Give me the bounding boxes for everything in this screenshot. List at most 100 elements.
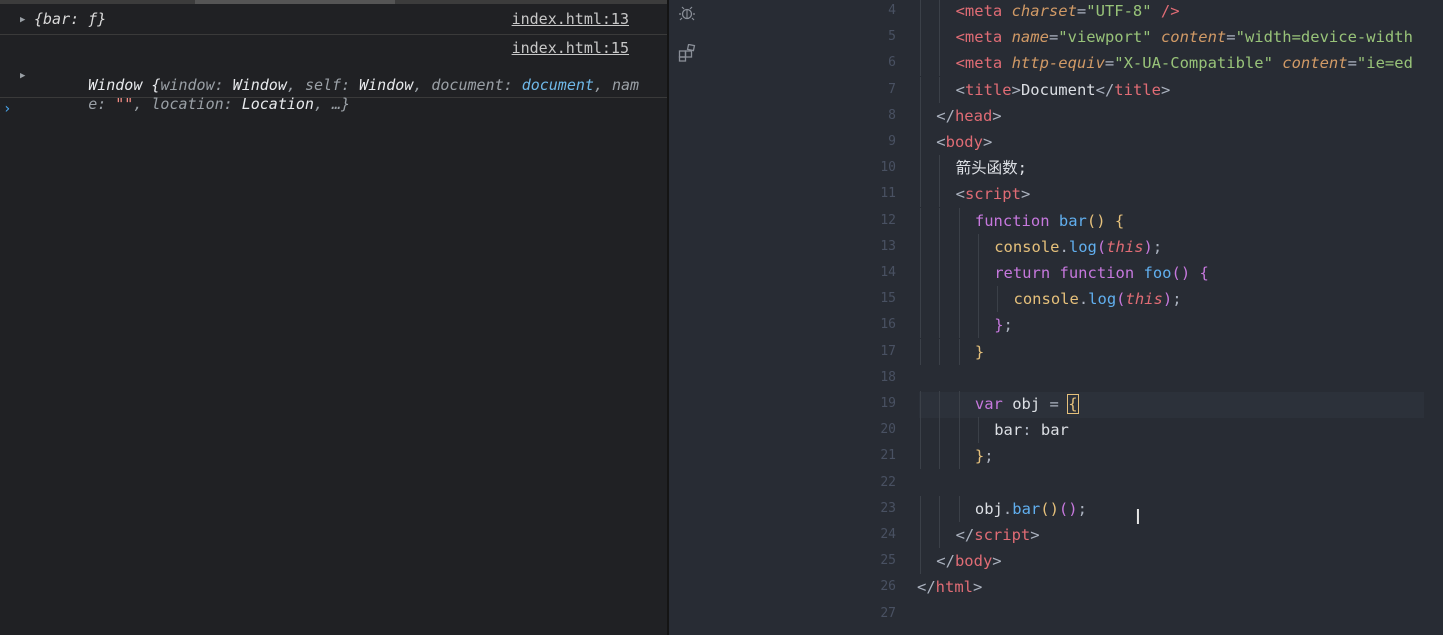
- code-text[interactable]: <meta charset="UTF-8" />: [956, 0, 1443, 24]
- code-token: </: [936, 552, 955, 571]
- code-token: log: [1068, 237, 1097, 256]
- code-token: <meta: [955, 2, 1003, 20]
- console-object[interactable]: {bar: ƒ}: [34, 10, 106, 28]
- code-line[interactable]: 5 <meta name="viewport" content="width=de…: [669, 24, 1443, 51]
- code-line[interactable]: 25 </body>: [669, 548, 1443, 575]
- source-link[interactable]: index.html:15: [512, 39, 629, 57]
- console-message: ▶ {bar: ƒ} index.html:13: [0, 4, 667, 35]
- prop-value-link[interactable]: document: [522, 76, 594, 94]
- code-token: <meta: [955, 54, 1003, 73]
- code-text[interactable]: </body>: [936, 548, 1443, 574]
- indent-guide: [958, 260, 960, 286]
- code-text[interactable]: var obj = {: [975, 391, 1443, 417]
- indent-guide: [958, 417, 960, 444]
- code-token: bar: [1012, 499, 1041, 518]
- code-text[interactable]: <script>: [956, 181, 1443, 207]
- code-line[interactable]: 17}: [669, 338, 1443, 365]
- line-number: 11: [880, 186, 896, 202]
- code-text[interactable]: console.log(this);: [994, 234, 1443, 260]
- code-token: ;: [1003, 316, 1013, 335]
- code-token: =: [1048, 28, 1059, 47]
- code-token: .: [1059, 237, 1069, 256]
- code-text[interactable]: </script>: [956, 522, 1443, 548]
- prop-key: location: [151, 95, 224, 113]
- code-token: {: [1199, 264, 1209, 282]
- code-token: ;: [1077, 499, 1087, 518]
- code-text[interactable]: };: [994, 312, 1443, 338]
- indent-guide: [920, 443, 921, 470]
- prop-value: Window: [359, 76, 414, 94]
- console-prompt-icon[interactable]: ›: [3, 101, 11, 117]
- code-token: title: [964, 80, 1012, 99]
- code-line[interactable]: 12 function bar() {: [669, 207, 1443, 234]
- code-editor[interactable]: 4 <meta charset="UTF-8" /> 5 <meta name="vi…: [669, 0, 1443, 635]
- code-line[interactable]: 18: [669, 365, 1443, 391]
- code-text[interactable]: obj.bar()();: [975, 496, 1443, 522]
- indent-guide: [958, 495, 960, 522]
- code-line[interactable]: 23 obj.bar()();: [669, 495, 1443, 522]
- code-token: .: [1078, 290, 1089, 309]
- indent-guide: [997, 286, 999, 313]
- line-number: 22: [880, 474, 896, 490]
- code-token: ): [1162, 290, 1173, 309]
- code-line[interactable]: 11 <script>: [669, 181, 1443, 208]
- code-text[interactable]: </html>: [917, 574, 1427, 600]
- prop-value: Location: [241, 95, 314, 113]
- code-token: (: [1096, 237, 1107, 256]
- code-text[interactable]: function bar() {: [975, 208, 1443, 234]
- code-text[interactable]: 箭头函数;: [956, 155, 1443, 181]
- code-line[interactable]: 21};: [669, 443, 1443, 470]
- code-line[interactable]: 10 箭头函数;: [669, 155, 1443, 182]
- code-text[interactable]: }: [975, 339, 1443, 365]
- code-line[interactable]: 20 bar: bar: [669, 417, 1443, 444]
- line-number: 27: [880, 605, 896, 621]
- expand-triangle-icon[interactable]: ▶: [20, 71, 25, 81]
- code-line[interactable]: 27: [669, 601, 1443, 627]
- code-line[interactable]: 19 var obj = {: [669, 391, 1443, 417]
- code-line[interactable]: 6 <meta http-equiv="X-UA-Compatible" cont…: [669, 50, 1443, 77]
- prop-key: nam: [612, 76, 640, 94]
- code-token: obj: [1002, 395, 1041, 413]
- code-token: >: [1020, 185, 1031, 204]
- code-token: </: [936, 106, 955, 125]
- code-token: var: [974, 395, 1003, 413]
- indent-guide: [958, 207, 960, 234]
- line-number: 25: [880, 553, 896, 569]
- code-line[interactable]: 7 <title>Document</title>: [669, 76, 1443, 103]
- code-text[interactable]: <meta http-equiv="X-UA-Compatible" conte…: [956, 50, 1443, 76]
- code-token: >: [982, 133, 993, 151]
- devtools-console: ▶ {bar: ƒ} index.html:13 index.html:15 ▶…: [0, 0, 667, 635]
- code-line[interactable]: 9 <body>: [669, 129, 1443, 155]
- indent-guide: [977, 233, 979, 260]
- indent-guide: [939, 417, 941, 444]
- code-text[interactable]: <meta name="viewport" content="width=dev…: [956, 24, 1443, 50]
- code-line[interactable]: 24 </script>: [669, 522, 1443, 548]
- code-text[interactable]: };: [975, 443, 1443, 469]
- code-token: log: [1088, 290, 1117, 309]
- code-token: .: [1002, 499, 1013, 518]
- code-token: html: [935, 578, 973, 597]
- code-token: :: [1022, 421, 1041, 440]
- expand-triangle-icon[interactable]: ▶: [20, 15, 25, 25]
- line-number: 16: [880, 317, 896, 333]
- indent-guide: [920, 50, 921, 77]
- source-link[interactable]: index.html:13: [512, 10, 629, 28]
- code-text[interactable]: <body>: [936, 129, 1443, 155]
- code-line[interactable]: 14 return function foo() {: [669, 260, 1443, 286]
- code-line[interactable]: 15 console.log(this);: [669, 286, 1443, 313]
- code-text[interactable]: bar: bar: [994, 417, 1443, 443]
- indent-guide: [939, 312, 941, 339]
- code-text[interactable]: <title>Document</title>: [956, 77, 1443, 103]
- code-text[interactable]: return function foo() {: [994, 260, 1443, 286]
- code-line[interactable]: 22: [669, 470, 1443, 496]
- indent-guide: [958, 391, 960, 417]
- code-line[interactable]: 4 <meta charset="UTF-8" />: [669, 0, 1443, 24]
- console-object-line[interactable]: e: "", location: Location, …}: [34, 77, 350, 131]
- code-line[interactable]: 13 console.log(this);: [669, 233, 1443, 260]
- code-text[interactable]: console.log(this);: [1014, 286, 1443, 312]
- code-line[interactable]: 16};: [669, 312, 1443, 339]
- code-text[interactable]: </head>: [936, 103, 1443, 129]
- code-line[interactable]: 8 </head>: [669, 102, 1443, 129]
- code-line[interactable]: 26 </html>: [669, 574, 1443, 600]
